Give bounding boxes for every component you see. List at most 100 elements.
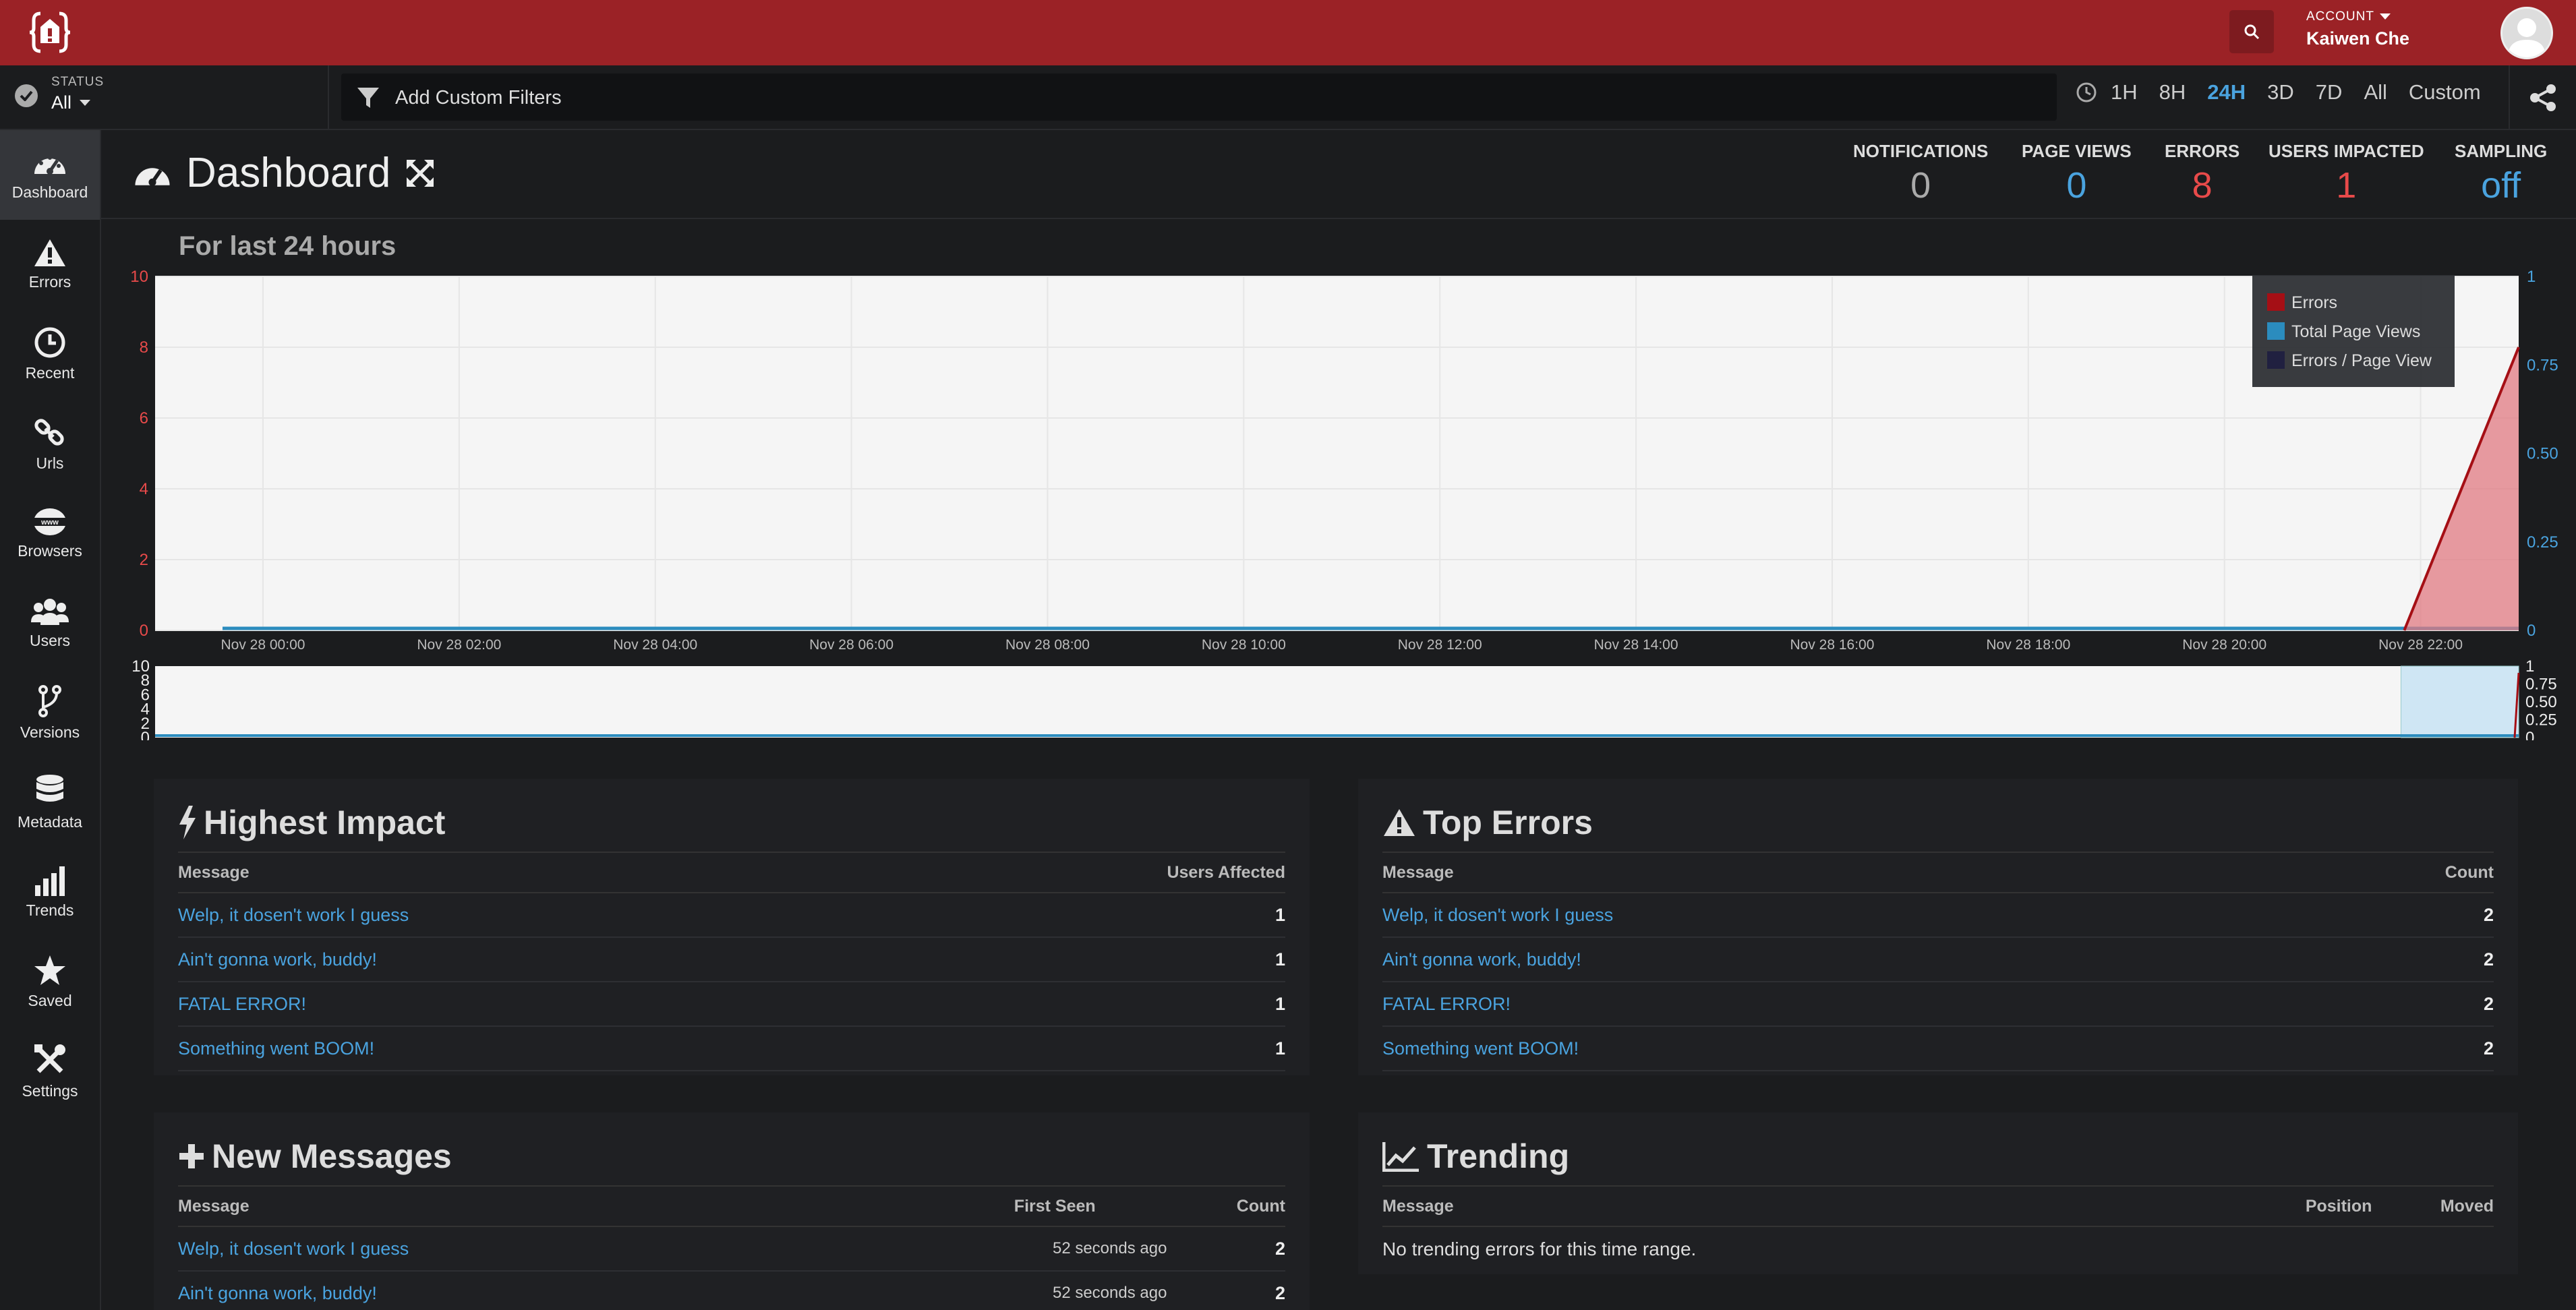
search-button[interactable] bbox=[2229, 10, 2274, 53]
top-errors-table: Message Count Welp, it dosen't work I gue… bbox=[1382, 852, 2494, 1071]
y-right-tick-label: 1 bbox=[2527, 268, 2536, 286]
table-row: Ain't gonna work, buddy! 2 bbox=[1382, 938, 2494, 982]
table-row: FATAL ERROR! 1 bbox=[178, 982, 1285, 1027]
column-header: Message bbox=[178, 1196, 250, 1216]
stat-errors: ERRORS 8 bbox=[2165, 141, 2240, 206]
top-bar: ACCOUNT Kaiwen Che bbox=[0, 0, 2576, 65]
error-link[interactable]: Something went BOOM! bbox=[1382, 1038, 2484, 1059]
error-link[interactable]: FATAL ERROR! bbox=[178, 994, 1275, 1015]
sidebar-item-users[interactable]: Users bbox=[0, 578, 100, 668]
avatar[interactable] bbox=[2500, 7, 2553, 59]
bar-chart-icon bbox=[35, 866, 65, 896]
range-all[interactable]: All bbox=[2364, 80, 2387, 105]
first-seen: 52 seconds ago bbox=[1052, 1284, 1167, 1302]
sidebar-item-trends[interactable]: Trends bbox=[0, 847, 100, 937]
error-link[interactable]: Welp, it dosen't work I guess bbox=[178, 1239, 1053, 1259]
sidebar-item-label: Users bbox=[29, 632, 71, 649]
stat-label: PAGE VIEWS bbox=[2022, 141, 2132, 161]
x-tick-label: Nov 28 00:00 bbox=[221, 637, 305, 653]
table-row: Ain't gonna work, buddy! 52 seconds ago 2 bbox=[178, 1272, 1285, 1310]
caret-down-icon bbox=[2379, 13, 2391, 20]
stat-label: SAMPLING bbox=[2455, 141, 2548, 161]
range-3d[interactable]: 3D bbox=[2267, 80, 2294, 105]
panel-title: New Messages bbox=[212, 1137, 452, 1175]
errors-chart[interactable]: Nov 28 00:00 Nov 28 02:00 Nov 28 04:00 Nov … bbox=[101, 260, 2576, 654]
warning-icon bbox=[1384, 809, 1415, 836]
users-affected: 1 bbox=[1275, 904, 1285, 925]
error-count: 2 bbox=[2483, 993, 2494, 1014]
sidebar: Dashboard Errors Recent Urls www Browser… bbox=[0, 130, 101, 1310]
empty-message: No trending errors for this time range. bbox=[1382, 1239, 1697, 1259]
share-button[interactable] bbox=[2509, 65, 2576, 130]
caret-down-icon bbox=[80, 99, 91, 106]
sidebar-item-saved[interactable]: Saved bbox=[0, 937, 100, 1027]
sidebar-item-label: Errors bbox=[28, 273, 71, 291]
sidebar-item-label: Saved bbox=[28, 992, 72, 1009]
account-menu[interactable]: ACCOUNT Kaiwen Che bbox=[2306, 9, 2409, 49]
navigator-y-right-label: 1 bbox=[2525, 657, 2534, 676]
x-tick-label: Nov 28 10:00 bbox=[1202, 637, 1286, 653]
plot-area bbox=[155, 276, 2519, 630]
range-custom[interactable]: Custom bbox=[2409, 80, 2481, 105]
share-icon bbox=[2530, 84, 2556, 111]
column-header: Message bbox=[178, 862, 250, 882]
stat-value: 0 bbox=[1910, 165, 1931, 206]
column-header: Count bbox=[1236, 1196, 1285, 1216]
sidebar-item-label: Metadata bbox=[18, 813, 82, 831]
stat-value: off bbox=[2481, 165, 2521, 206]
error-link[interactable]: FATAL ERROR! bbox=[1382, 994, 2484, 1015]
stat-notifications: NOTIFICATIONS 0 bbox=[1853, 141, 1988, 206]
navigator-y-right-label: 0.50 bbox=[2525, 693, 2557, 711]
range-8h[interactable]: 8H bbox=[2159, 80, 2186, 105]
chart-range-navigator[interactable]: 024681000.250.500.751 bbox=[101, 653, 2576, 740]
line-chart-icon bbox=[1382, 1142, 1419, 1172]
error-link[interactable]: Welp, it dosen't work I guess bbox=[178, 905, 1275, 926]
highest-impact-table: Message Users Affected Welp, it dosen't w… bbox=[178, 852, 1285, 1071]
search-icon bbox=[2244, 24, 2260, 40]
range-1h[interactable]: 1H bbox=[2111, 80, 2138, 105]
error-count: 2 bbox=[2483, 949, 2494, 970]
users-affected: 1 bbox=[1275, 949, 1285, 970]
sidebar-item-recent[interactable]: Recent bbox=[0, 309, 100, 399]
stat-label: ERRORS bbox=[2165, 141, 2240, 161]
sidebar-item-errors[interactable]: Errors bbox=[0, 220, 100, 309]
warning-icon bbox=[34, 239, 65, 266]
column-header: Count bbox=[2445, 862, 2494, 882]
column-header: Position bbox=[2305, 1196, 2372, 1216]
y-right-tick-label: 0 bbox=[2527, 622, 2536, 640]
error-count: 2 bbox=[2483, 904, 2494, 925]
status-filter[interactable]: STATUS All bbox=[0, 65, 329, 130]
svg-text:www: www bbox=[40, 518, 59, 527]
highest-impact-panel: Highest Impact Message Users Affected Wel… bbox=[154, 779, 1310, 1075]
expand-icon[interactable] bbox=[404, 157, 436, 189]
sidebar-item-label: Dashboard bbox=[11, 183, 88, 201]
legend-label: Total Page Views bbox=[2291, 322, 2420, 341]
error-link[interactable]: Ain't gonna work, buddy! bbox=[178, 1283, 1053, 1304]
chart-title: For last 24 hours bbox=[179, 231, 397, 261]
error-count: 2 bbox=[1275, 1238, 1285, 1259]
navigator-selection bbox=[2400, 665, 2519, 738]
table-row: Something went BOOM! 1 bbox=[178, 1027, 1285, 1071]
sidebar-item-label: Trends bbox=[26, 901, 74, 919]
column-header: Users Affected bbox=[1167, 862, 1285, 882]
legend-swatch bbox=[2267, 293, 2285, 311]
sidebar-item-urls[interactable]: Urls bbox=[0, 399, 100, 489]
y-left-tick-label: 4 bbox=[140, 480, 148, 498]
x-tick-label: Nov 28 12:00 bbox=[1398, 637, 1482, 653]
custom-filter-input[interactable]: Add Custom Filters bbox=[341, 73, 2057, 121]
range-24h[interactable]: 24H bbox=[2207, 80, 2246, 105]
range-7d[interactable]: 7D bbox=[2316, 80, 2343, 105]
app-logo-icon[interactable] bbox=[26, 8, 74, 57]
filter-placeholder: Add Custom Filters bbox=[395, 87, 562, 109]
sidebar-item-versions[interactable]: Versions bbox=[0, 668, 100, 758]
navigator-area bbox=[155, 666, 2519, 738]
sidebar-item-dashboard[interactable]: Dashboard bbox=[0, 130, 100, 220]
error-link[interactable]: Ain't gonna work, buddy! bbox=[178, 949, 1275, 970]
table-row: No trending errors for this time range. bbox=[1382, 1227, 2494, 1272]
error-link[interactable]: Something went BOOM! bbox=[178, 1038, 1275, 1059]
sidebar-item-settings[interactable]: Settings bbox=[0, 1027, 100, 1117]
sidebar-item-metadata[interactable]: Metadata bbox=[0, 758, 100, 847]
error-link[interactable]: Ain't gonna work, buddy! bbox=[1382, 949, 2484, 970]
sidebar-item-browsers[interactable]: www Browsers bbox=[0, 489, 100, 578]
error-link[interactable]: Welp, it dosen't work I guess bbox=[1382, 905, 2484, 926]
